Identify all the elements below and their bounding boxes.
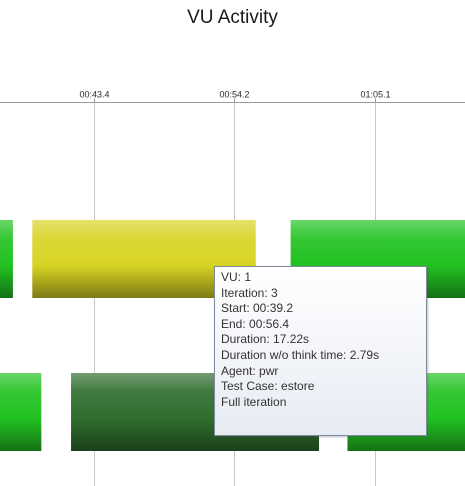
iteration-tooltip: VU: 1 Iteration: 3 Start: 00:39.2 End: 0… bbox=[214, 266, 427, 436]
tooltip-agent: Agent: pwr bbox=[221, 363, 279, 378]
x-tick-label: 01:05.1 bbox=[360, 90, 390, 100]
tooltip-test-case: Test Case: estore bbox=[221, 379, 315, 394]
vu-activity-chart: VU Activity 00:43.4 00:54.2 01:05.1 VU: 1 … bbox=[0, 0, 465, 486]
x-tick-label: 00:43.4 bbox=[79, 90, 109, 100]
x-tick-label: 00:54.2 bbox=[219, 90, 249, 100]
tooltip-duration-without-think-time: Duration w/o think time: 2.79s bbox=[221, 347, 380, 362]
activity-bar bbox=[0, 220, 13, 298]
tooltip-end: End: 00:56.4 bbox=[221, 316, 290, 331]
tooltip-iteration: Iteration: 3 bbox=[221, 285, 278, 300]
tooltip-vu: VU: 1 bbox=[221, 270, 252, 284]
tooltip-duration: Duration: 17.22s bbox=[221, 332, 310, 347]
tooltip-full-iteration: Full iteration bbox=[221, 394, 287, 409]
activity-bar bbox=[0, 373, 42, 451]
tooltip-start: Start: 00:39.2 bbox=[221, 301, 294, 316]
